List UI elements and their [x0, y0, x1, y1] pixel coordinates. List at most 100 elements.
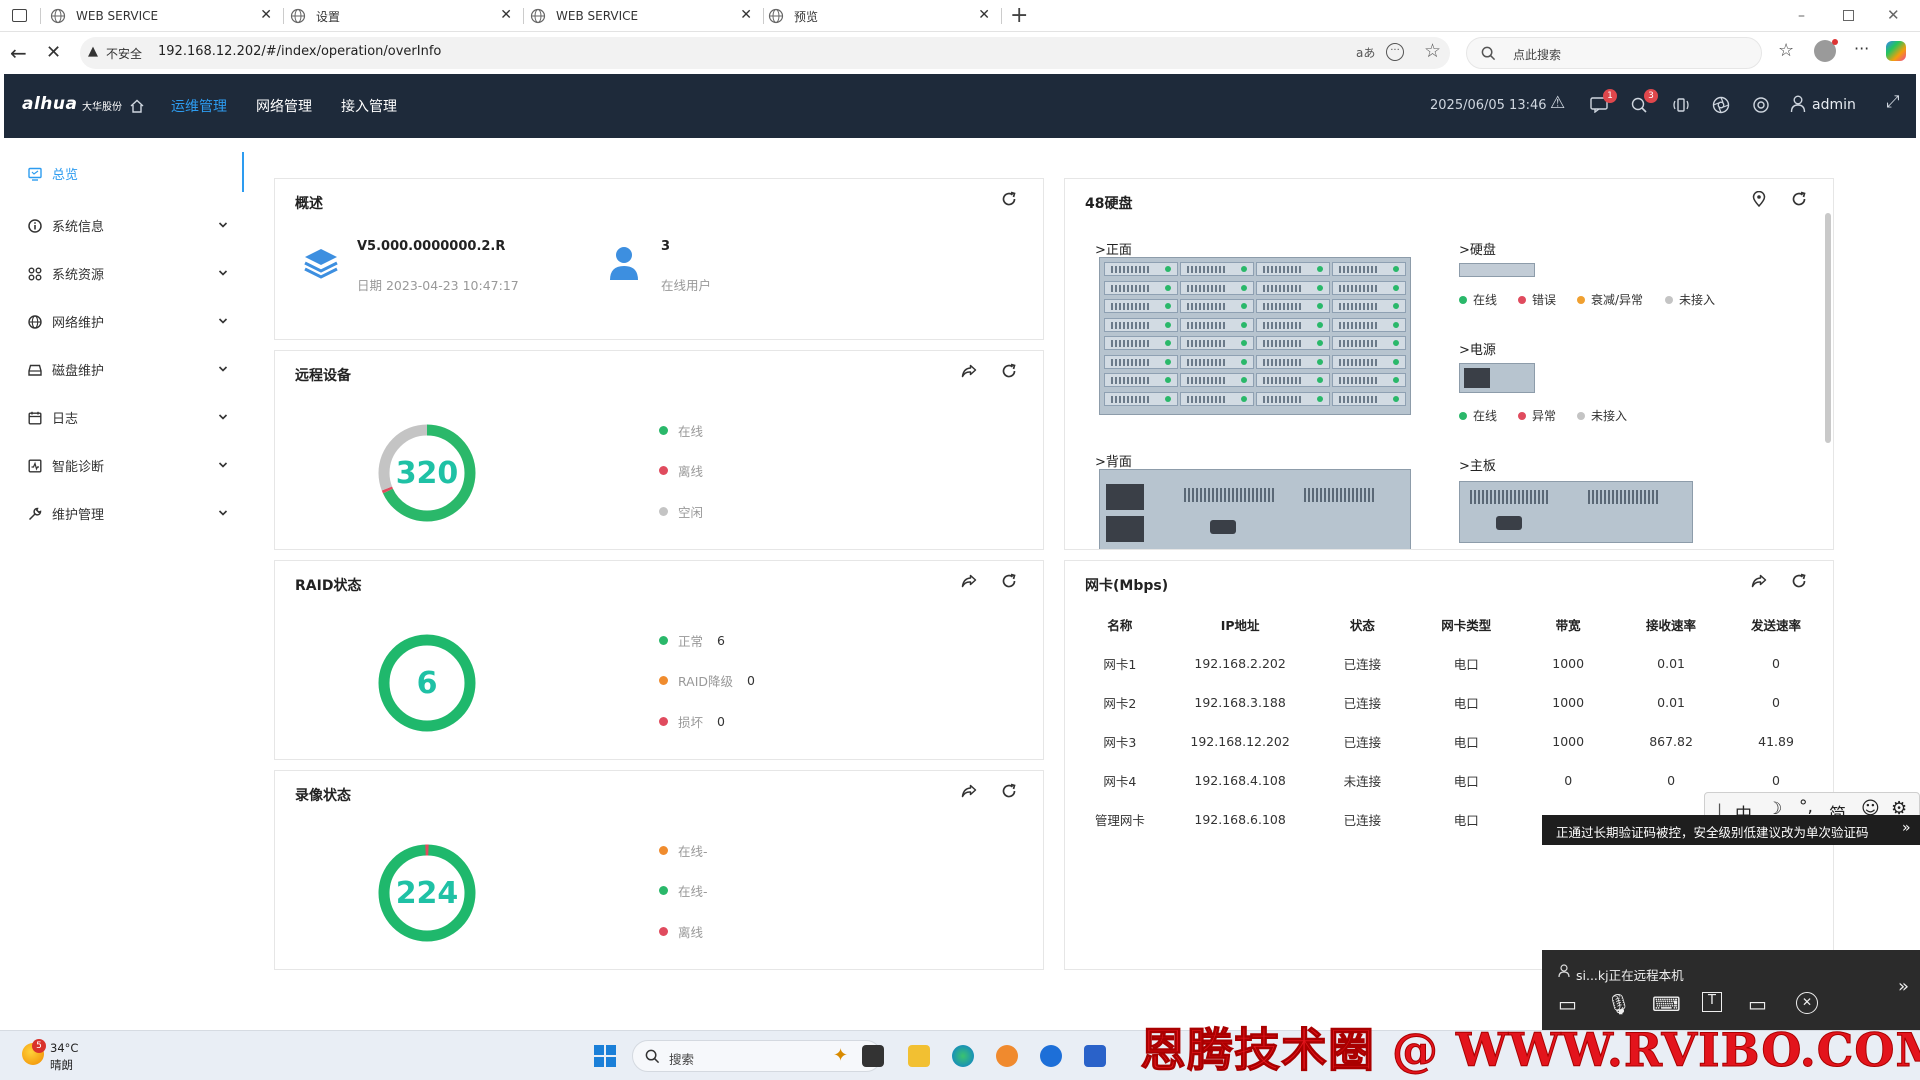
location-pin-icon[interactable] — [1751, 191, 1767, 207]
disk-bay[interactable] — [1332, 317, 1406, 332]
stop-loading-icon[interactable]: ✕ — [46, 42, 61, 63]
browser-tab-3[interactable]: WEB SERVICE ✕ — [530, 0, 760, 32]
app-store-icon[interactable] — [1084, 1045, 1106, 1067]
disk-bay[interactable] — [1180, 373, 1254, 387]
sidebar-item-overview[interactable]: 总览 — [28, 164, 78, 183]
browser-tab-2[interactable]: 设置 ✕ — [290, 0, 520, 32]
sidebar-item-maintenance-management[interactable]: 维护管理 — [28, 504, 104, 523]
disk-bay[interactable] — [1256, 280, 1330, 295]
disk-bay[interactable] — [1256, 336, 1330, 350]
disk-bay[interactable] — [1104, 280, 1178, 295]
collapse-panel-icon[interactable]: » — [1898, 976, 1909, 997]
microphone-icon[interactable]: 🎙 — [1606, 992, 1631, 1016]
close-icon[interactable]: ✕ — [978, 7, 990, 23]
browser-tab-1[interactable]: WEB SERVICE ✕ — [50, 0, 280, 32]
search-input[interactable]: 点此搜索 — [1466, 37, 1762, 69]
disk-bay[interactable] — [1104, 299, 1178, 313]
app-orange-icon[interactable] — [996, 1045, 1018, 1067]
disk-bay[interactable] — [1180, 280, 1254, 295]
task-view-icon[interactable] — [862, 1045, 884, 1067]
nav-access[interactable]: 接入管理 — [341, 96, 397, 116]
sidebar-item-log[interactable]: 日志 — [28, 408, 78, 427]
disk-bay[interactable] — [1332, 354, 1406, 369]
minimize-icon[interactable]: – — [1798, 8, 1805, 24]
sidebar-item-network-maintenance[interactable]: 网络维护 — [28, 312, 104, 331]
chat-icon[interactable]: ▭ — [1558, 992, 1577, 1016]
chevron-down-icon[interactable] — [218, 220, 228, 230]
sidebar-item-system-info[interactable]: 系统信息 — [28, 216, 104, 235]
text-tool-icon[interactable]: T — [1702, 992, 1722, 1012]
refresh-icon[interactable] — [1791, 573, 1807, 589]
disk-bay[interactable] — [1104, 336, 1178, 350]
copilot-icon[interactable] — [1886, 41, 1906, 61]
taskbar-search[interactable]: 搜索 ✦ — [632, 1040, 882, 1072]
file-explorer-icon[interactable] — [908, 1045, 930, 1067]
aperture-icon[interactable] — [1712, 96, 1730, 114]
disk-bay[interactable] — [1104, 262, 1178, 276]
scrollbar-thumb[interactable] — [1825, 213, 1831, 443]
file-transfer-icon[interactable]: ▭ — [1748, 992, 1767, 1016]
insecure-label[interactable]: 不安全 — [106, 45, 142, 62]
url-text[interactable]: 192.168.12.202/#/index/operation/overInf… — [158, 44, 441, 59]
refresh-icon[interactable] — [1001, 363, 1017, 379]
favorite-star-icon[interactable]: ☆ — [1424, 40, 1441, 62]
share-icon[interactable] — [961, 573, 977, 589]
chevron-down-icon[interactable] — [218, 268, 228, 278]
window-close-icon[interactable]: ✕ — [1887, 6, 1900, 24]
restore-icon[interactable] — [1843, 10, 1854, 21]
share-icon[interactable] — [1751, 573, 1767, 589]
disk-bay[interactable] — [1256, 299, 1330, 313]
disk-bay[interactable] — [1332, 262, 1406, 276]
disk-bay[interactable] — [1104, 391, 1178, 406]
disk-bay[interactable] — [1180, 354, 1254, 369]
fullscreen-icon[interactable]: ⤢ — [1886, 92, 1900, 112]
nav-ops[interactable]: 运维管理 — [171, 96, 227, 116]
toast-expand-icon[interactable]: » — [1898, 820, 1911, 836]
disk-bay[interactable] — [1256, 391, 1330, 406]
disk-bay[interactable] — [1256, 262, 1330, 276]
chevron-down-icon[interactable] — [218, 364, 228, 374]
refresh-icon[interactable] — [1001, 573, 1017, 589]
chevron-down-icon[interactable] — [218, 412, 228, 422]
disk-bay[interactable] — [1332, 391, 1406, 406]
home-icon[interactable] — [129, 98, 145, 114]
sidebar-item-disk-maintenance[interactable]: 磁盘维护 — [28, 360, 104, 379]
close-icon[interactable]: ✕ — [260, 7, 272, 23]
windows-start-icon[interactable] — [594, 1045, 616, 1067]
close-icon[interactable]: ✕ — [740, 7, 752, 23]
refresh-icon[interactable] — [1001, 783, 1017, 799]
disk-bay[interactable] — [1256, 317, 1330, 332]
disk-bay[interactable] — [1256, 354, 1330, 369]
nav-network[interactable]: 网络管理 — [256, 96, 312, 116]
weather-desc[interactable]: 晴朗 — [50, 1057, 73, 1073]
share-icon[interactable] — [961, 363, 977, 379]
address-bar[interactable]: ▲ 不安全 192.168.12.202/#/index/operation/o… — [80, 37, 1450, 69]
keyboard-icon[interactable]: ⌨ — [1652, 992, 1681, 1016]
warning-icon[interactable]: ▲ — [88, 44, 98, 59]
alarm-warning-icon[interactable]: ⚠ — [1550, 93, 1565, 113]
disk-bay[interactable] — [1332, 299, 1406, 313]
refresh-icon[interactable] — [1791, 191, 1807, 207]
app-blue-icon[interactable] — [1040, 1045, 1062, 1067]
menu-dots-icon[interactable]: ··· — [1854, 39, 1869, 58]
browser-tab-4[interactable]: 预览 ✕ — [768, 0, 998, 32]
favorites-icon[interactable]: ☆ — [1778, 40, 1794, 61]
sidebar-item-system-resources[interactable]: 系统资源 — [28, 264, 104, 283]
refresh-icon[interactable] — [1001, 191, 1017, 207]
disk-bay[interactable] — [1180, 262, 1254, 276]
disconnect-icon[interactable]: ✕ — [1796, 992, 1818, 1014]
share-icon[interactable] — [961, 783, 977, 799]
edge-browser-icon[interactable] — [952, 1045, 974, 1067]
chevron-down-icon[interactable] — [218, 508, 228, 518]
chevron-down-icon[interactable] — [218, 460, 228, 470]
brand-logo[interactable]: alhua — [22, 94, 77, 114]
read-aloud-icon[interactable]: aあ — [1356, 44, 1375, 61]
settings-icon[interactable] — [1752, 96, 1770, 114]
chevron-down-icon[interactable] — [218, 316, 228, 326]
punctuation-icon[interactable]: °, — [1799, 797, 1813, 817]
new-tab-icon[interactable]: + — [1010, 3, 1028, 28]
disk-bay[interactable] — [1180, 299, 1254, 313]
disk-bay[interactable] — [1332, 280, 1406, 295]
disk-bay[interactable] — [1332, 373, 1406, 387]
username[interactable]: admin — [1812, 97, 1856, 113]
